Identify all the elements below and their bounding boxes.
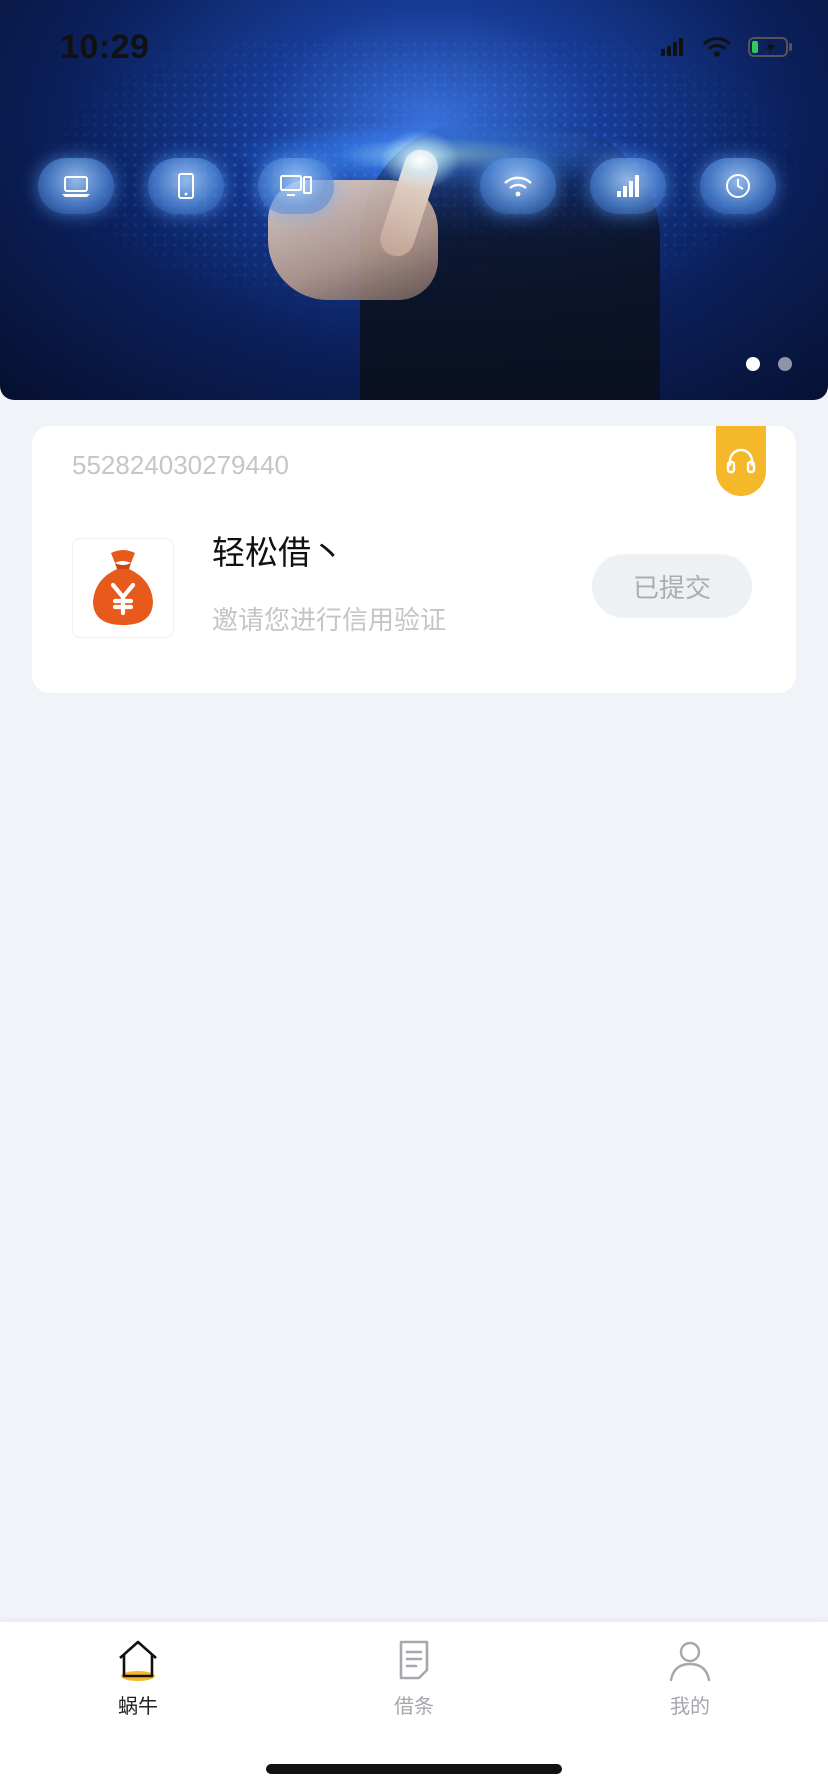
loan-card[interactable]: 552824030279440 轻松借丶 邀请您进行信用验证 已提交 [32,426,796,693]
wifi-icon [480,158,556,214]
tab-mine[interactable]: 我的 [620,1638,760,1719]
cellular-signal-icon [661,38,683,56]
product-name: 轻松借丶 [212,533,344,572]
tablet-icon [148,158,224,214]
clock-icon [700,158,776,214]
tab-loans[interactable]: 借条 [344,1638,484,1719]
home-indicator [266,1764,562,1774]
money-bag-icon [93,550,153,625]
home-icon [119,1640,157,1681]
carousel-indicator [746,357,792,371]
submitted-status-button[interactable]: 已提交 [592,554,752,618]
customer-service-button[interactable] [716,426,766,496]
status-time: 10:29 [60,28,150,66]
carousel-dot[interactable] [778,357,792,371]
signal-icon [590,158,666,214]
order-number: 552824030279440 [72,450,289,480]
user-icon [669,1641,711,1682]
status-icons [660,36,794,58]
status-bar: 10:29 [0,0,828,96]
product-description: 邀请您进行信用验证 [212,606,447,636]
tab-label: 蜗牛 [118,1694,158,1718]
app-logo [72,538,174,638]
carousel-dot-active[interactable] [746,357,760,371]
laptop-icon [38,158,114,214]
battery-charging-icon [748,37,792,57]
tab-label: 我的 [670,1694,710,1718]
wifi-status-icon [702,37,732,57]
desktop-icon [258,158,334,214]
tab-home[interactable]: 蜗牛 [68,1638,208,1719]
tab-label: 借条 [394,1694,434,1718]
document-icon [399,1640,429,1680]
headset-icon [726,448,756,474]
touch-flare [380,130,460,190]
